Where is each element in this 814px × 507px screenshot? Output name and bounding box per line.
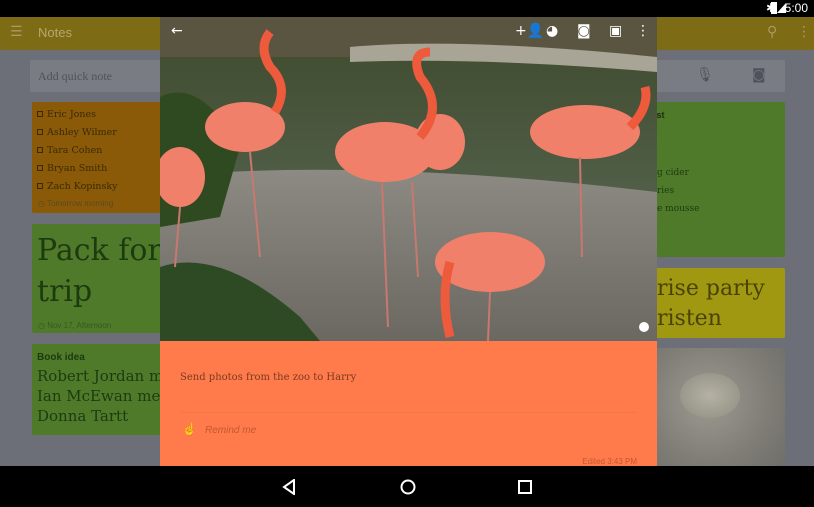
reminder-text: Nov 17, Afternoon xyxy=(47,321,112,330)
item-text: Ashley Wilmer xyxy=(47,126,117,138)
list-item: e mousse xyxy=(657,204,700,214)
divider xyxy=(180,412,637,413)
note-editor: ← +👤 ◕ ◙ ▣ ⋮ Send photos from the zoo to… xyxy=(160,17,657,466)
checkbox[interactable] xyxy=(37,183,43,189)
reminder-text: Tomorrow morning xyxy=(47,199,114,208)
note-title: Pack for trip xyxy=(37,233,162,309)
note-line: Robert Jordan m xyxy=(37,367,164,385)
list-item: Eric Jones xyxy=(32,105,167,123)
note-title: rise party xyxy=(657,276,765,301)
remove-image-icon[interactable] xyxy=(639,322,649,332)
back-icon[interactable] xyxy=(282,479,296,495)
add-collaborator-icon[interactable]: +👤 xyxy=(515,23,544,39)
quick-note-placeholder: Add quick note xyxy=(38,69,112,83)
list-item: Tara Cohen xyxy=(32,141,167,159)
signal-icon xyxy=(777,3,786,13)
item-text: Eric Jones xyxy=(47,108,96,120)
edited-timestamp: Edited 3:43 PM xyxy=(582,457,637,466)
checkbox[interactable] xyxy=(37,165,43,171)
search-icon[interactable]: ⚲ xyxy=(767,24,777,40)
list-item: Zach Kopinsky xyxy=(32,177,167,195)
item-text: Tara Cohen xyxy=(47,144,103,156)
checkbox[interactable] xyxy=(37,147,43,153)
checkbox[interactable] xyxy=(37,111,43,117)
flowers-image xyxy=(680,373,740,418)
palette-icon[interactable]: ◕ xyxy=(546,23,558,39)
more-icon[interactable]: ⋮ xyxy=(636,23,650,39)
note-card-contacts[interactable]: Eric Jones Ashley Wilmer Tara Cohen Brya… xyxy=(32,102,167,213)
clock: 5:00 xyxy=(784,1,808,15)
back-icon[interactable]: ← xyxy=(171,23,183,39)
item-text: Zach Kopinsky xyxy=(47,180,118,192)
camera-icon[interactable]: ◙ xyxy=(577,23,591,39)
note-card-image[interactable] xyxy=(645,348,785,466)
note-card-party[interactable]: rise party risten xyxy=(645,268,785,338)
note-line: Ian McEwan mee xyxy=(37,387,167,405)
note-body[interactable]: Send photos from the zoo to Harry xyxy=(180,372,356,383)
item-text: Bryan Smith xyxy=(47,162,108,174)
note-card-trip[interactable]: Pack for trip ◷ Nov 17, Afternoon xyxy=(32,224,167,333)
remind-me-button[interactable]: Remind me xyxy=(205,425,256,436)
note-title-line2: risten xyxy=(657,306,722,331)
status-bar: 5:00 ✱ xyxy=(0,0,814,17)
home-icon[interactable] xyxy=(400,479,416,495)
reminder-label: ◷ Nov 17, Afternoon xyxy=(38,321,112,330)
note-card-list[interactable]: ist g cider ries e mousse xyxy=(645,102,785,257)
checkbox[interactable] xyxy=(37,129,43,135)
battery-icon xyxy=(771,2,777,14)
more-icon[interactable]: ⋮ xyxy=(797,24,811,40)
note-title: Book idea xyxy=(37,352,85,363)
menu-icon[interactable]: ☰ xyxy=(10,24,23,40)
reminder-hand-icon[interactable]: ☝ xyxy=(182,422,197,436)
navigation-bar xyxy=(0,466,814,507)
recents-icon[interactable] xyxy=(518,480,532,494)
list-item: Ashley Wilmer xyxy=(32,123,167,141)
archive-icon[interactable]: ▣ xyxy=(609,23,622,39)
note-card-book[interactable]: Book idea Robert Jordan m Ian McEwan mee… xyxy=(32,344,167,435)
list-item: ries xyxy=(657,186,675,196)
list-item: Bryan Smith xyxy=(32,159,167,177)
reminder-label: ◷ Tomorrow morning xyxy=(38,199,114,208)
flamingo-photo xyxy=(160,17,657,341)
mic-icon[interactable]: 🎙 xyxy=(696,67,714,83)
list-item: g cider xyxy=(657,168,689,178)
camera-icon[interactable]: ◙ xyxy=(752,67,766,83)
note-line: Donna Tartt xyxy=(37,407,129,425)
app-title: Notes xyxy=(38,25,72,40)
